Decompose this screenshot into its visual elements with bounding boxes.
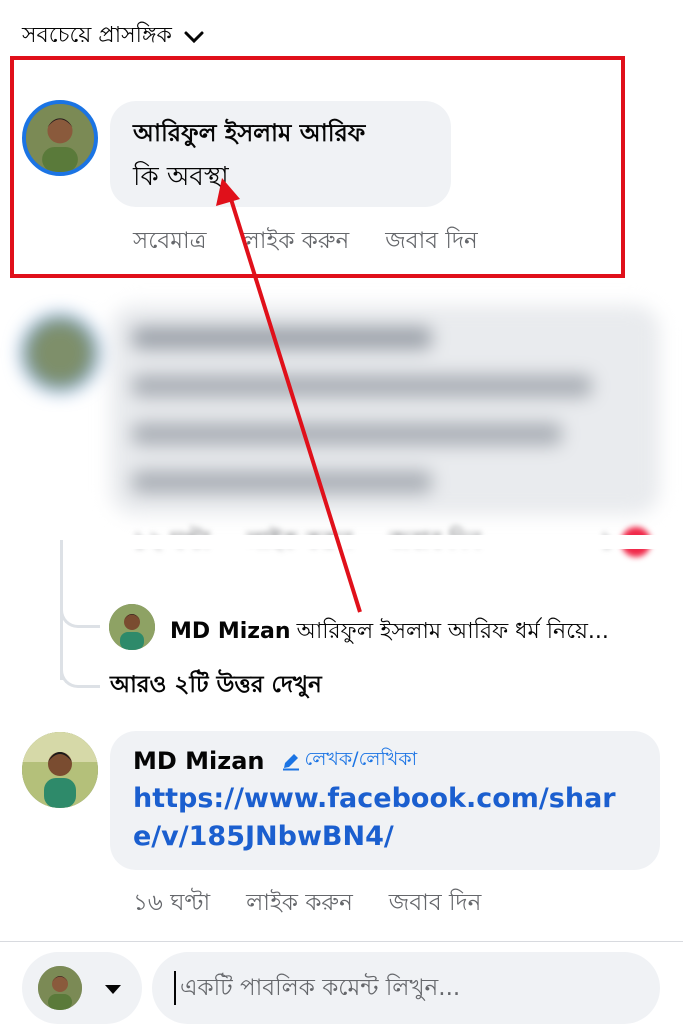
avatar xyxy=(38,966,82,1010)
comment-input[interactable]: একটি পাবলিক কমেন্ট লিখুন... xyxy=(152,952,660,1024)
composer-divider xyxy=(0,941,683,942)
identity-switcher[interactable] xyxy=(22,952,142,1024)
text-cursor xyxy=(174,971,176,1005)
comment-input-placeholder: একটি পাবলিক কমেন্ট লিখুন... xyxy=(180,974,461,1001)
annotation-arrow xyxy=(216,178,362,613)
caret-down-icon xyxy=(105,985,121,994)
